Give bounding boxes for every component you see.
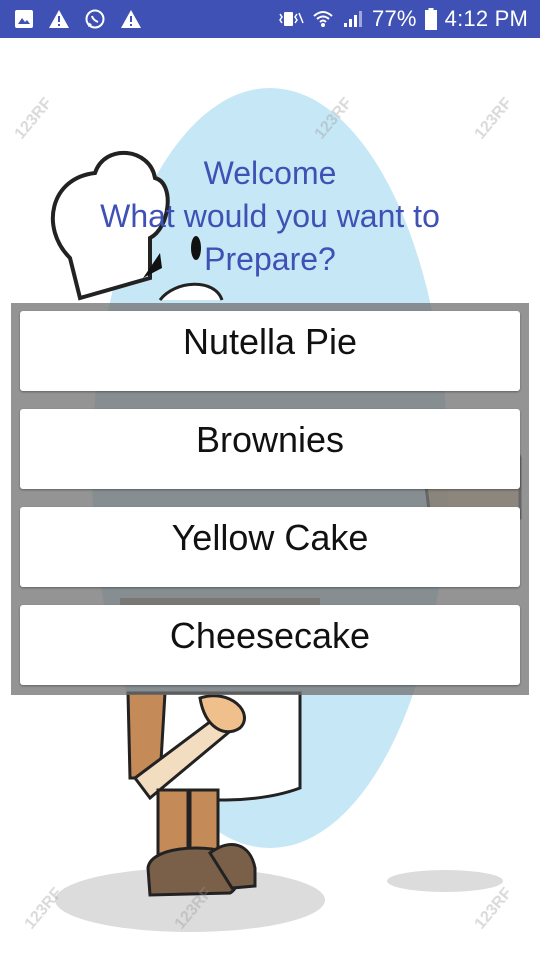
clock: 4:12 PM [444, 6, 528, 31]
welcome-heading: Welcome What would you want to Prepare? [0, 152, 540, 281]
status-bar: 77% 4:12 PM [0, 0, 540, 38]
vibrate-mute-icon [274, 9, 304, 29]
brownies-button[interactable]: Brownies [20, 409, 520, 489]
question-text-line1: What would you want to [100, 198, 440, 234]
cheesecake-button[interactable]: Cheesecake [20, 605, 520, 685]
yellow-cake-button[interactable]: Yellow Cake [20, 507, 520, 587]
warning-icon [48, 9, 70, 29]
battery-icon [424, 8, 437, 30]
battery-percent: 77% [372, 6, 417, 31]
image-icon [14, 9, 34, 29]
notification-icons [14, 8, 142, 30]
recipe-list: Nutella Pie Brownies Yellow Cake Cheesec… [11, 303, 529, 695]
whatsapp-icon [84, 8, 106, 30]
wifi-icon [312, 9, 334, 29]
welcome-text: Welcome [203, 155, 337, 191]
system-status: 77% 4:12 PM [274, 6, 528, 32]
signal-icon [342, 9, 364, 29]
question-text-line2: Prepare? [204, 241, 336, 277]
warning-icon [120, 9, 142, 29]
nutella-pie-button[interactable]: Nutella Pie [20, 311, 520, 391]
